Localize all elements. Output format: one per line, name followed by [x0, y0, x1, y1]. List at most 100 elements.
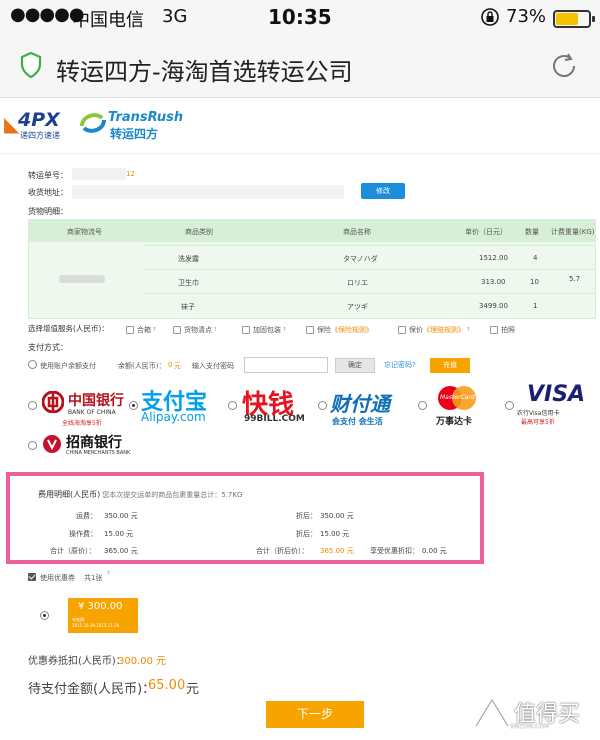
99bill-logo[interactable]: 快钱 99BILL.COM: [242, 386, 312, 430]
service-insurance[interactable]: 保险 《保险规则》: [306, 325, 373, 335]
weight-value: 5.7: [569, 275, 581, 283]
service-valuation[interactable]: 保价 《理赔规则》?: [398, 325, 470, 335]
payment-label: 支付方式：: [28, 343, 68, 352]
order-no-value: 12: [126, 170, 135, 178]
checkbox[interactable]: [242, 326, 250, 334]
shipping-discount-label: 折后：: [296, 512, 317, 520]
smzdm-watermark: 值得买 SMZDM.COM: [470, 692, 596, 736]
help-icon[interactable]: ?: [153, 327, 156, 333]
row-category: 袜子: [181, 303, 195, 311]
shipping-discount-value: 350.00 元: [320, 512, 354, 520]
total-discount-label: 合计（折后价）：: [256, 547, 309, 555]
service-reinforce[interactable]: 加固包装?: [242, 325, 286, 335]
checkbox[interactable]: [306, 326, 314, 334]
browser-nav-bar: 转运四方-海淘首选转运公司: [0, 36, 600, 98]
network-type: 3G: [162, 6, 188, 27]
checkbox[interactable]: [490, 326, 498, 334]
alipay-radio[interactable]: [129, 401, 138, 410]
row-price: 313.00: [481, 278, 506, 286]
service-count[interactable]: 货物清点?: [173, 325, 217, 335]
row-name: アツギ: [347, 303, 368, 311]
goods-label: 货物明细：: [28, 207, 68, 216]
pay-amount-unit: 元: [186, 682, 200, 697]
col-qty: 数量: [525, 228, 539, 236]
edit-address-button[interactable]: 修改: [361, 183, 405, 199]
smzdm-logo-icon: [472, 696, 512, 736]
mastercard-radio[interactable]: [418, 401, 427, 410]
claim-rules-link[interactable]: 《理赔规则》: [423, 325, 465, 335]
tenpay-logo[interactable]: 财付通 会支付 会生活: [330, 388, 410, 432]
pay-amount-value: 65.00: [148, 678, 186, 693]
coupon-card[interactable]: ¥ 300.00 有效期: 2015.10.26-2015.11.26: [68, 598, 138, 633]
recharge-button[interactable]: 充值: [430, 358, 470, 373]
services-label: 选择增值服务(人民币)：: [28, 324, 109, 333]
coupon-amount: ¥ 300.00: [78, 601, 123, 612]
balance-label: 余额(人民币)：: [118, 362, 166, 370]
coupon-radio[interactable]: [40, 611, 49, 620]
transrush-swirl-icon: [78, 108, 108, 142]
transrush-logo[interactable]: TransRush 转运四方: [78, 108, 183, 144]
coupon-deduct-value: 300.00 元: [118, 656, 167, 667]
total-value: 365.00 元: [104, 547, 138, 555]
visa-logo[interactable]: VISA 农行Visa信用卡 最高可享5折: [517, 382, 587, 426]
insurance-rules-link[interactable]: 《保险规则》: [331, 325, 373, 335]
service-photo[interactable]: 拍照: [490, 325, 515, 335]
next-step-button[interactable]: 下一步: [266, 701, 364, 728]
row-category: 洗发露: [178, 255, 199, 263]
cmb-logo[interactable]: 招商银行 CHINA MERCHANTS BANK: [42, 432, 132, 476]
reload-icon[interactable]: [548, 50, 580, 86]
checkbox[interactable]: [398, 326, 406, 334]
discount-value: 0.00 元: [422, 547, 447, 555]
help-icon[interactable]: ?: [467, 327, 470, 333]
table-row: 袜子 アツギ 3499.00 1: [143, 293, 595, 317]
mastercard-logo[interactable]: MasterCard 万事达卡: [430, 384, 490, 428]
tenpay-radio[interactable]: [318, 401, 327, 410]
secure-shield-icon: [20, 51, 42, 82]
status-bar: ●●●●● 中国电信 3G 10:35 73%: [0, 0, 600, 36]
tracking-number-mask: [59, 275, 105, 283]
use-coupon-checkbox[interactable]: [28, 573, 36, 581]
alipay-logo[interactable]: 支付宝 Alipay.com: [141, 384, 221, 428]
checkbox[interactable]: [173, 326, 181, 334]
confirm-button[interactable]: 确定: [335, 358, 375, 373]
order-no-label: 转运单号：: [28, 171, 68, 180]
4px-logo[interactable]: ◣ 4PX 递四方速递: [4, 109, 74, 140]
table-row: 卫生巾 ロリエ 313.00 10: [143, 269, 595, 293]
col-category: 商品类别: [185, 228, 213, 236]
cmb-radio[interactable]: [28, 441, 37, 450]
handling-discount-label: 折后：: [296, 530, 317, 538]
99bill-radio[interactable]: [228, 401, 237, 410]
coupon-help-icon[interactable]: ?: [107, 571, 110, 577]
visa-radio[interactable]: [505, 401, 514, 410]
handling-value: 15.00 元: [104, 530, 134, 538]
row-qty: 4: [533, 254, 538, 262]
boc-radio[interactable]: [28, 401, 37, 410]
boc-logo[interactable]: 中国银行 BANK OF CHINA 全线海淘享5折: [41, 388, 132, 432]
shipping-label: 运费：: [76, 512, 97, 520]
help-icon[interactable]: ?: [214, 327, 217, 333]
goods-table-header: 商家物流号 商品类别 商品名称 单价（日元） 数量 计费重量(KG): [29, 220, 595, 242]
carrier-label: 中国电信: [72, 10, 144, 31]
payment-password-input[interactable]: [244, 357, 328, 373]
goods-table: 商家物流号 商品类别 商品名称 单价（日元） 数量 计费重量(KG) 洗发露 タ…: [28, 219, 596, 319]
total-discount-value: 365.00 元: [320, 547, 354, 555]
row-price: 1512.00: [479, 254, 508, 262]
coupon-deduct-label: 优惠券抵扣(人民币)：: [28, 656, 126, 667]
battery-icon: [553, 10, 595, 28]
row-qty: 1: [533, 302, 538, 310]
order-no-mask: [72, 168, 126, 180]
clock: 10:35: [268, 5, 332, 29]
balance-value: 0: [168, 361, 173, 369]
help-icon[interactable]: ?: [283, 327, 286, 333]
rotation-lock-icon: [480, 7, 500, 32]
checkbox[interactable]: [126, 326, 134, 334]
service-merge[interactable]: 合箱?: [126, 325, 156, 335]
coupon-validity: 有效期: 2015.10.26-2015.11.26: [72, 617, 120, 628]
table-row: 洗发露 タマノハダ 1512.00 4: [143, 245, 595, 269]
col-tracking: 商家物流号: [67, 228, 102, 236]
forgot-password-link[interactable]: 忘记密码?: [384, 360, 416, 370]
col-name: 商品名称: [343, 228, 371, 236]
balance-radio[interactable]: [28, 360, 37, 369]
pwd-label: 输入支付密码: [192, 362, 234, 370]
services-row: 选择增值服务(人民币)：: [28, 323, 109, 337]
